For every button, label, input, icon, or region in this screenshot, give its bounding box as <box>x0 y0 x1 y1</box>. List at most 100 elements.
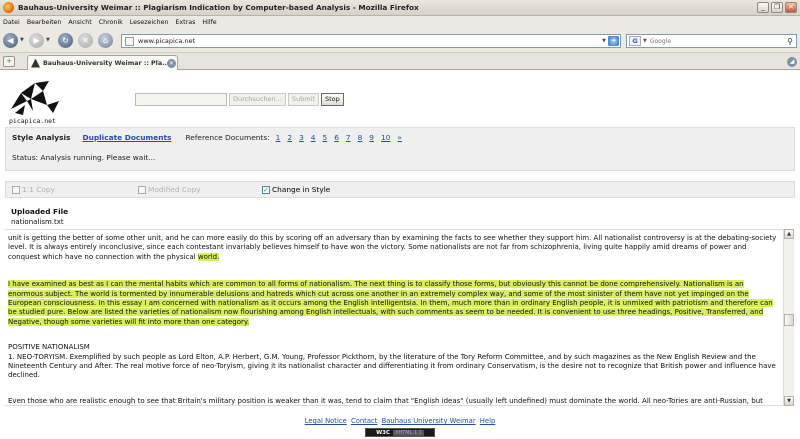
menu-ansicht[interactable]: Ansicht <box>68 19 91 26</box>
close-button[interactable]: ✕ <box>785 2 797 13</box>
scroll-thumb[interactable] <box>784 314 794 326</box>
tab-title: Bauhaus-University Weimar :: Pla... <box>43 59 167 67</box>
reference-page-1[interactable]: 1 <box>276 133 281 142</box>
document-paragraph: unit is getting the better of some other… <box>8 234 778 262</box>
forward-history-dropdown-icon[interactable]: ▼ <box>46 37 50 43</box>
minimize-button[interactable]: _ <box>757 2 769 13</box>
one-to-one-copy-filter[interactable]: 1:1 Copy <box>12 185 55 194</box>
navigation-toolbar: ◀ ▼ ▶ ▼ ↻ ✕ ⌂ www.picapica.net ▼ ➜ G ▼ ⚲ <box>0 28 800 53</box>
modified-copy-label: Modified Copy <box>148 185 201 194</box>
reference-page-4[interactable]: 4 <box>311 133 316 142</box>
reference-documents-label: Reference Documents: <box>185 133 270 142</box>
file-path-input[interactable] <box>135 93 227 106</box>
document-paragraph: 1. NEO-TORYISM. Exemplified by such peop… <box>8 352 776 380</box>
reference-page-9[interactable]: 9 <box>369 133 374 142</box>
menu-chronik[interactable]: Chronik <box>99 19 123 26</box>
menu-lesezeichen[interactable]: Lesezeichen <box>130 19 169 26</box>
one-to-one-copy-checkbox[interactable] <box>12 185 20 194</box>
home-button[interactable]: ⌂ <box>98 33 113 48</box>
duplicate-documents-link[interactable]: Duplicate Documents <box>82 133 171 142</box>
document-paragraph: I have examined as best as I can the men… <box>8 280 778 327</box>
legal-notice-link[interactable]: Legal Notice <box>305 417 347 425</box>
reference-page-6[interactable]: 6 <box>334 133 339 142</box>
menu-datei[interactable]: Datei <box>3 19 20 26</box>
page-footer: Legal Notice Contact Bauhaus University … <box>0 417 800 425</box>
reference-page-10[interactable]: 10 <box>381 133 390 142</box>
document-text: unit is getting the better of some other… <box>8 234 778 405</box>
page-content: picapica.net Durchsuchen... Submit Stop … <box>0 71 800 439</box>
address-dropdown-icon[interactable]: ▼ <box>602 38 606 44</box>
menu-bearbeiten[interactable]: Bearbeiten <box>27 19 62 26</box>
reference-page-7[interactable]: 7 <box>346 133 351 142</box>
magnifier-icon[interactable]: ⚲ <box>787 37 793 46</box>
contact-link[interactable]: Contact <box>351 417 377 425</box>
go-button[interactable]: ➜ <box>608 36 619 46</box>
style-change-highlight: world. <box>197 252 220 261</box>
modified-copy-filter[interactable]: Modified Copy <box>138 185 201 194</box>
paragraph-text: unit is getting the better of some other… <box>8 234 777 261</box>
xhtml-label: XHTML 1.1 <box>393 429 424 436</box>
style-change-highlight: I have examined as best as I can the men… <box>8 280 773 326</box>
web-search-box: G ▼ ⚲ <box>626 34 797 48</box>
section-heading: POSITIVE NATIONALISM <box>8 343 90 352</box>
scroll-down-arrow-icon[interactable]: ▼ <box>784 396 794 406</box>
reference-page-8[interactable]: 8 <box>358 133 363 142</box>
new-tab-button[interactable]: + <box>3 56 15 67</box>
analysis-panel: Style Analysis Duplicate Documents Refer… <box>5 127 795 171</box>
tab-close-icon[interactable]: ✕ <box>167 58 176 68</box>
one-to-one-copy-label: 1:1 Copy <box>22 185 55 194</box>
change-in-style-checkbox[interactable]: ✓ <box>262 185 270 194</box>
filter-panel: 1:1 Copy Modified Copy ✓ Change in Style <box>5 181 795 198</box>
tab-list-icon[interactable]: ◢ <box>787 57 797 67</box>
picapica-logo[interactable]: picapica.net <box>9 79 64 125</box>
scroll-up-arrow-icon[interactable]: ▲ <box>784 229 794 239</box>
bauhaus-university-link[interactable]: Bauhaus University Weimar <box>382 417 476 425</box>
uploaded-file-section: Uploaded File nationalism.txt <box>11 207 68 226</box>
analysis-nav: Style Analysis Duplicate Documents Refer… <box>12 133 409 142</box>
logo-text: picapica.net <box>9 117 56 125</box>
tab-bar: + Bauhaus-University Weimar :: Pla... ✕ … <box>0 53 800 70</box>
restore-button[interactable]: ❐ <box>771 2 783 13</box>
search-engine-dropdown-icon[interactable]: ▼ <box>643 38 647 44</box>
document-scrollbar[interactable]: ▲ ▼ <box>783 229 794 406</box>
page-icon <box>125 36 134 46</box>
change-in-style-filter[interactable]: ✓ Change in Style <box>262 185 330 194</box>
browser-window: Bauhaus-University Weimar :: Plagiarism … <box>0 0 800 439</box>
menu-bar: Datei Bearbeiten Ansicht Chronik Lesezei… <box>0 16 800 28</box>
document-paragraph: Even those who are realistic enough to s… <box>8 396 763 405</box>
uploaded-file-name: nationalism.txt <box>11 218 64 226</box>
firefox-icon <box>3 2 14 13</box>
reference-page-5[interactable]: 5 <box>322 133 327 142</box>
w3c-xhtml-badge[interactable]: W3C XHTML 1.1 <box>365 428 435 437</box>
status-text: Status: Analysis running. Please wait... <box>12 153 156 162</box>
picapica-favicon <box>31 58 40 68</box>
stop-button[interactable]: Stop <box>320 93 344 106</box>
stop-load-button[interactable]: ✕ <box>78 33 93 48</box>
picapica-bird-icon <box>11 81 59 115</box>
forward-button[interactable]: ▶ <box>29 33 44 48</box>
menu-extras[interactable]: Extras <box>175 19 195 26</box>
address-bar[interactable]: www.picapica.net ▼ ➜ <box>121 34 621 48</box>
w3c-label: W3C <box>376 429 391 436</box>
uploaded-file-heading: Uploaded File <box>11 207 69 216</box>
menu-hilfe[interactable]: Hilfe <box>202 19 216 26</box>
google-icon[interactable]: G <box>629 36 641 46</box>
web-search-input[interactable] <box>649 37 780 45</box>
back-history-dropdown-icon[interactable]: ▼ <box>20 37 24 43</box>
reload-button[interactable]: ↻ <box>58 33 73 48</box>
submit-button[interactable]: Submit <box>287 93 319 106</box>
back-button[interactable]: ◀ <box>3 33 18 48</box>
help-link[interactable]: Help <box>480 417 496 425</box>
document-viewer[interactable]: unit is getting the better of some other… <box>5 229 789 406</box>
change-in-style-label: Change in Style <box>272 185 331 194</box>
reference-page-2[interactable]: 2 <box>287 133 292 142</box>
style-analysis-label: Style Analysis <box>12 133 71 142</box>
tab-bauhaus[interactable]: Bauhaus-University Weimar :: Pla... ✕ <box>27 55 178 70</box>
reference-page-3[interactable]: 3 <box>299 133 304 142</box>
address-value: www.picapica.net <box>138 37 196 45</box>
upload-form: Durchsuchen... Submit Stop <box>135 93 344 106</box>
reference-next-link[interactable]: » <box>397 133 402 142</box>
modified-copy-checkbox[interactable] <box>138 185 146 194</box>
window-title: Bauhaus-University Weimar :: Plagiarism … <box>18 3 419 12</box>
browse-button[interactable]: Durchsuchen... <box>229 93 286 106</box>
